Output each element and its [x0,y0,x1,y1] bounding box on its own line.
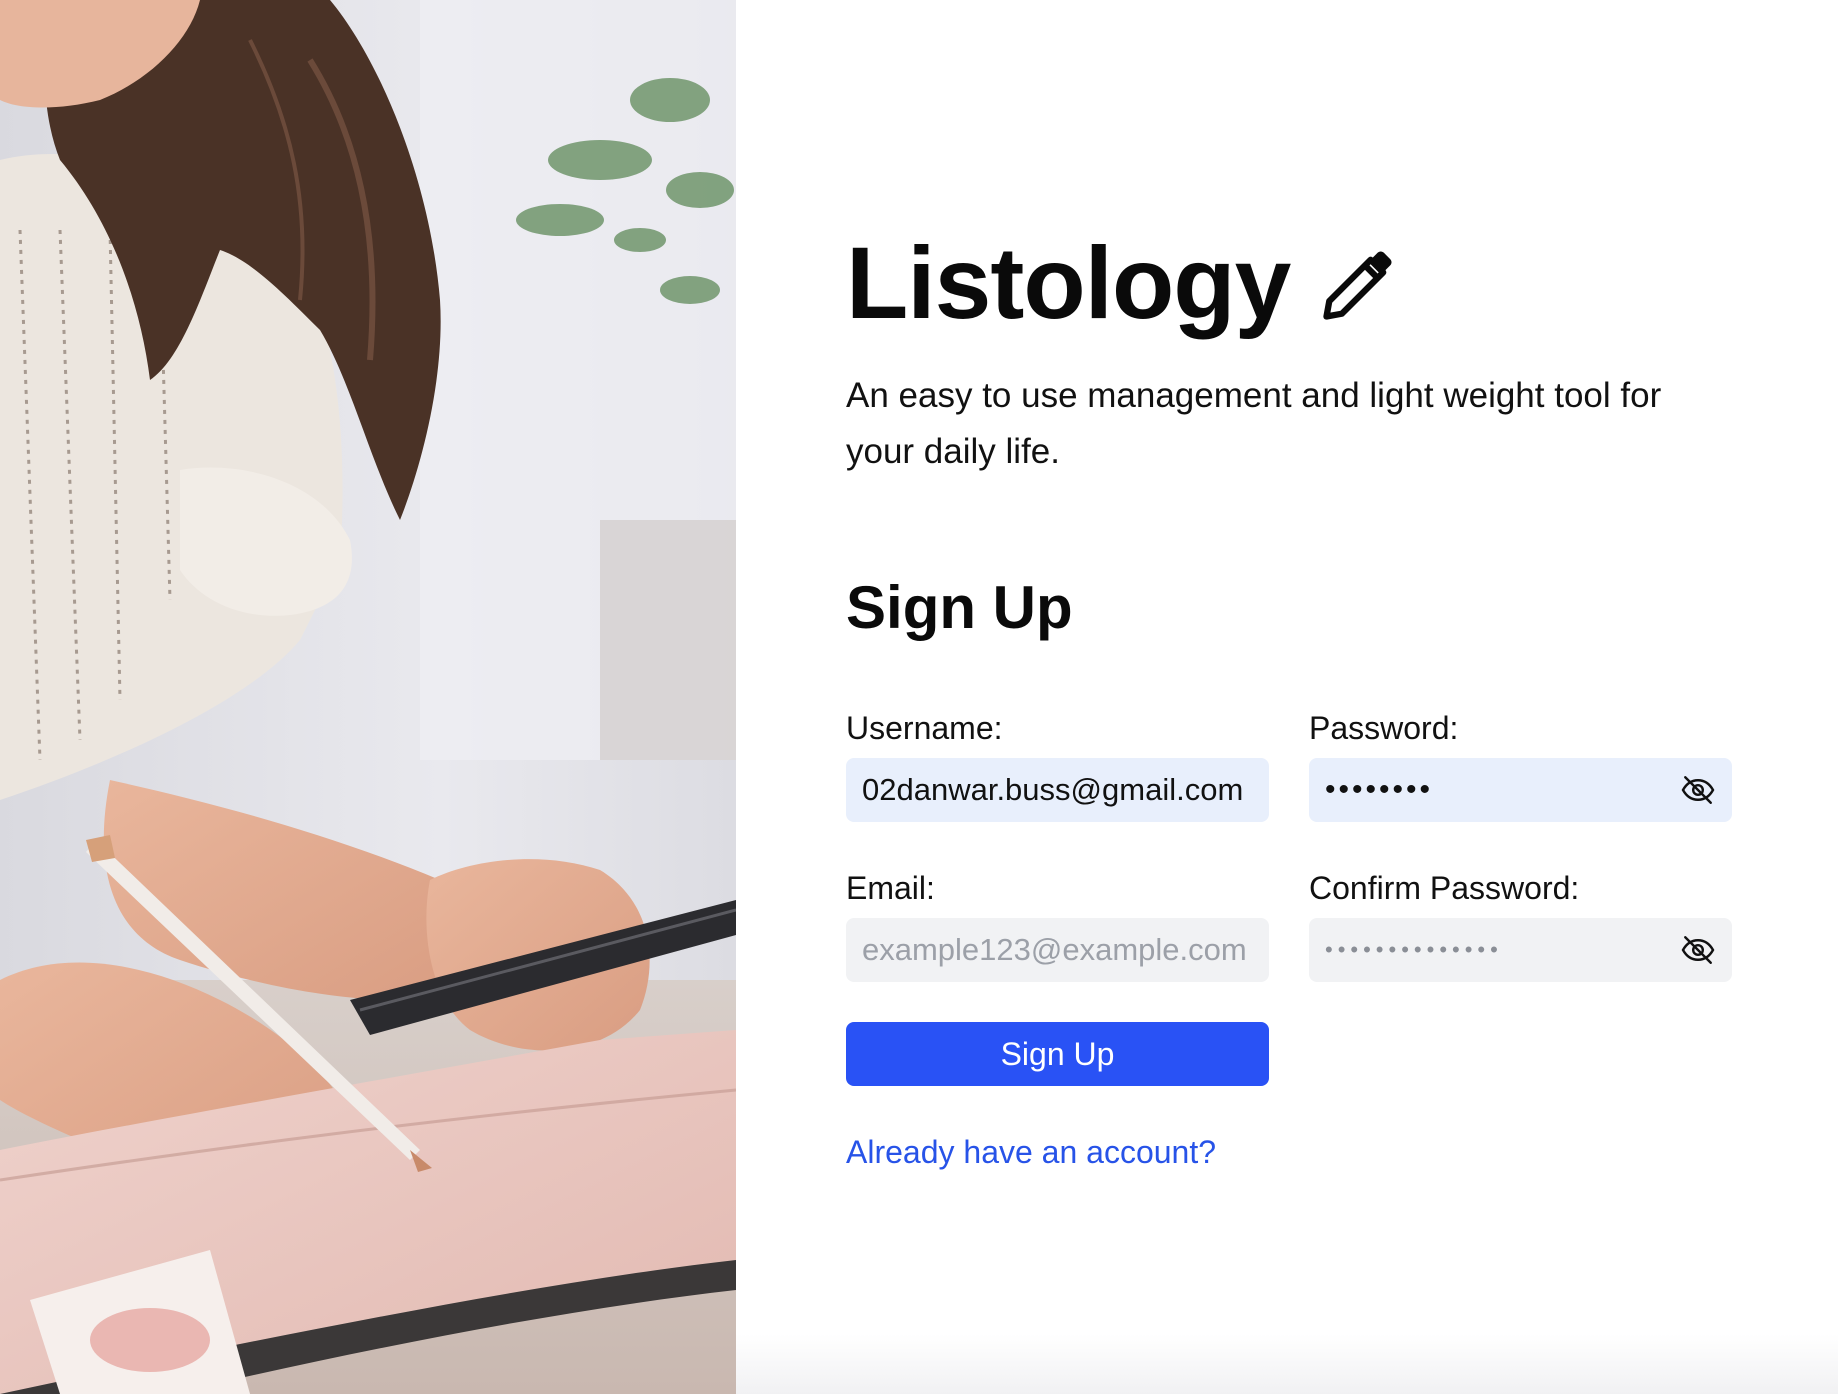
hero-photo [0,0,736,1394]
signup-panel: Listology An easy to use management and … [736,0,1838,1394]
eye-slash-icon[interactable] [1680,932,1716,968]
confirm-password-input[interactable]: •••••••••••••• [1309,918,1732,982]
username-value: 02danwar.buss@gmail.com [862,772,1244,807]
pencil-icon [1323,251,1392,320]
app-tagline: An easy to use management and light weig… [846,376,1662,471]
eye-slash-icon[interactable] [1680,772,1716,808]
password-masked-value: •••••••• [1325,773,1434,806]
password-label: Password: [1309,710,1459,746]
login-link[interactable]: Already have an account? [846,1134,1216,1171]
password-input[interactable]: •••••••• [1309,758,1732,822]
brand-header: Listology [846,232,1400,334]
email-placeholder: example123@example.com [862,932,1247,967]
sign-up-button[interactable]: Sign Up [846,1022,1269,1086]
hero-photo-illustration [0,0,736,1394]
form-heading: Sign Up [846,574,1073,641]
confirm-password-placeholder: •••••••••••••• [1325,937,1503,962]
username-label: Username: [846,710,1003,746]
email-input[interactable]: example123@example.com [846,918,1269,982]
signup-page: Listology An easy to use management and … [0,0,1838,1394]
confirm-password-label: Confirm Password: [1309,870,1580,906]
username-input[interactable]: 02danwar.buss@gmail.com [846,758,1269,822]
email-label: Email: [846,870,935,906]
app-title: Listology [846,226,1291,340]
